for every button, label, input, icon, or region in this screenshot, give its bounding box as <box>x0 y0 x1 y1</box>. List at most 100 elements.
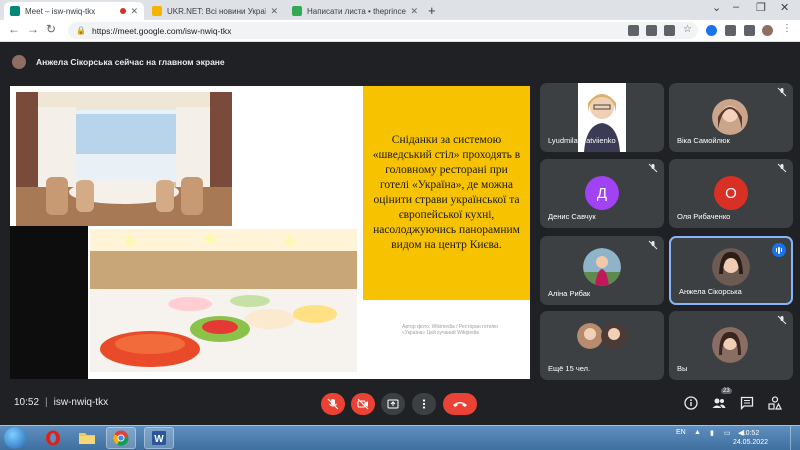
taskbar-opera[interactable] <box>38 427 68 449</box>
input-language[interactable]: EN <box>676 429 686 436</box>
mic-toggle-button[interactable] <box>321 393 345 415</box>
camera-toggle-button[interactable] <box>351 393 375 415</box>
tab-title: UKR.NET: Всі новини України, о <box>167 6 266 16</box>
extension-icon[interactable] <box>706 25 717 36</box>
leave-call-button[interactable] <box>443 393 477 415</box>
new-tab-button[interactable]: + <box>428 3 436 18</box>
network-icon[interactable]: ▮ <box>710 429 714 437</box>
speaking-indicator-icon <box>772 243 786 257</box>
participant-avatar <box>712 248 750 286</box>
meeting-info: 10:52 | isw-nwiq-tkx <box>14 397 108 408</box>
participant-initial-avatar: Д <box>585 176 619 210</box>
more-participants-tile[interactable]: Ещё 15 чел. <box>540 311 664 380</box>
participant-avatar <box>712 327 748 363</box>
translate-icon[interactable] <box>646 25 657 36</box>
show-desktop-button[interactable] <box>790 426 800 450</box>
presenter-banner-text: Анжела Сікорська сейчас на главном экран… <box>36 57 225 67</box>
slide-dark-strip <box>10 226 88 379</box>
bookmark-star-icon[interactable]: ☆ <box>683 24 694 35</box>
participant-tile[interactable]: Віка Самойлюк <box>669 83 793 152</box>
camera-off-icon <box>357 398 369 410</box>
battery-icon[interactable]: ▭ <box>724 429 731 437</box>
taskbar-explorer[interactable] <box>72 427 102 449</box>
self-view-tile[interactable]: Вы <box>669 311 793 380</box>
participant-tile[interactable]: Аліна Рибак <box>540 236 664 305</box>
tab-search-icon[interactable]: ⌄ <box>712 1 721 14</box>
tab-ukrnet[interactable]: UKR.NET: Всі новини України, о ✕ <box>146 2 284 20</box>
taskbar-chrome[interactable] <box>106 427 136 449</box>
share-icon[interactable] <box>664 25 675 36</box>
more-options-button[interactable] <box>412 393 436 415</box>
participant-tile-active-speaker[interactable]: Анжела Сікорська <box>669 236 793 305</box>
more-participants-label: Ещё 15 чел. <box>548 364 591 373</box>
tab-meet[interactable]: Meet – isw-nwiq-tkx ✕ <box>4 2 144 20</box>
meeting-time: 10:52 <box>14 397 40 408</box>
mail-favicon-icon <box>292 6 302 16</box>
taskbar-word[interactable]: W <box>144 427 174 449</box>
maximize-icon[interactable]: ❐ <box>756 1 766 14</box>
mic-off-icon <box>327 398 339 410</box>
present-screen-button[interactable] <box>381 393 405 415</box>
meeting-details-info-icon[interactable] <box>684 396 698 410</box>
participant-avatar <box>712 99 748 135</box>
people-icon[interactable] <box>712 396 726 410</box>
clock-date: 24.05.2022 <box>732 439 768 446</box>
presenter-avatar <box>12 55 26 69</box>
participant-name: Анжела Сікорська <box>679 287 742 296</box>
system-clock[interactable]: 10:52 24.05.2022 <box>733 429 768 447</box>
hang-up-icon <box>453 402 467 407</box>
close-tab-icon[interactable]: ✕ <box>410 6 418 17</box>
participant-initial-avatar: О <box>714 176 748 210</box>
camera-in-use-icon[interactable] <box>628 25 639 36</box>
browser-tab-strip: Meet – isw-nwiq-tkx ✕ UKR.NET: Всі новин… <box>0 0 800 20</box>
presentation-slide: Сніданки за системою «шведський стіл» пр… <box>10 86 530 379</box>
close-window-icon[interactable]: ✕ <box>780 1 789 14</box>
restaurant-hall-photo <box>16 92 232 226</box>
more-vert-icon <box>422 399 426 409</box>
address-bar[interactable]: 🔒 https://meet.google.com/isw-nwiq-tkx <box>68 22 698 39</box>
start-button[interactable] <box>4 427 26 449</box>
ukrnet-favicon-icon <box>152 6 162 16</box>
menu-kebab-icon[interactable]: ⋮ <box>782 23 793 34</box>
tab-title: Meet – isw-nwiq-tkx <box>25 6 96 16</box>
lock-icon: 🔒 <box>76 26 86 35</box>
extensions-puzzle-icon[interactable] <box>725 25 736 36</box>
mic-off-icon <box>777 163 787 173</box>
tab-mail[interactable]: Написати листа • theprincess@ ✕ <box>286 2 424 20</box>
activities-icon[interactable] <box>768 396 782 410</box>
participant-name: Денис Савчук <box>548 212 596 221</box>
close-tab-icon[interactable]: ✕ <box>270 6 278 17</box>
media-control-icon[interactable] <box>744 25 755 36</box>
participant-name: Аліна Рибак <box>548 289 591 298</box>
presenter-banner: Анжела Сікорська сейчас на главном экран… <box>12 52 225 72</box>
present-screen-icon <box>387 399 399 409</box>
buffet-photo <box>90 229 357 372</box>
reload-icon[interactable]: ↻ <box>46 22 56 36</box>
slide-text-box: Сніданки за системою «шведський стіл» пр… <box>363 86 530 300</box>
profile-avatar[interactable] <box>762 25 773 36</box>
forward-arrow-icon[interactable]: → <box>27 22 39 36</box>
recording-indicator-icon <box>120 8 127 14</box>
tray-arrow-icon[interactable]: ▲ <box>694 429 701 436</box>
participant-tile[interactable]: Д Денис Савчук <box>540 159 664 228</box>
chat-icon[interactable] <box>740 396 754 410</box>
close-tab-icon[interactable]: ✕ <box>130 6 138 17</box>
back-arrow-icon[interactable]: ← <box>8 22 20 36</box>
opera-icon <box>46 430 60 446</box>
mic-off-icon <box>777 315 787 325</box>
participant-avatar <box>601 323 627 349</box>
minimize-icon[interactable]: – <box>733 1 739 13</box>
participant-tile[interactable]: Lyudmila Matviienko <box>540 83 664 152</box>
participant-tile[interactable]: О Оля Рибаченко <box>669 159 793 228</box>
participant-avatar <box>583 248 621 286</box>
word-icon: W <box>152 431 166 445</box>
participant-name: Lyudmila Matviienko <box>548 136 616 145</box>
participant-name: Віка Самойлюк <box>677 136 730 145</box>
browser-toolbar: ← → ↻ 🔒 https://meet.google.com/isw-nwiq… <box>0 20 800 42</box>
slide-text: Сніданки за системою «шведський стіл» пр… <box>372 134 521 251</box>
meeting-code: isw-nwiq-tkx <box>53 397 109 408</box>
participant-name: Оля Рибаченко <box>677 212 731 221</box>
chrome-icon <box>113 430 129 446</box>
separator: | <box>45 397 48 408</box>
mic-off-icon <box>777 87 787 97</box>
